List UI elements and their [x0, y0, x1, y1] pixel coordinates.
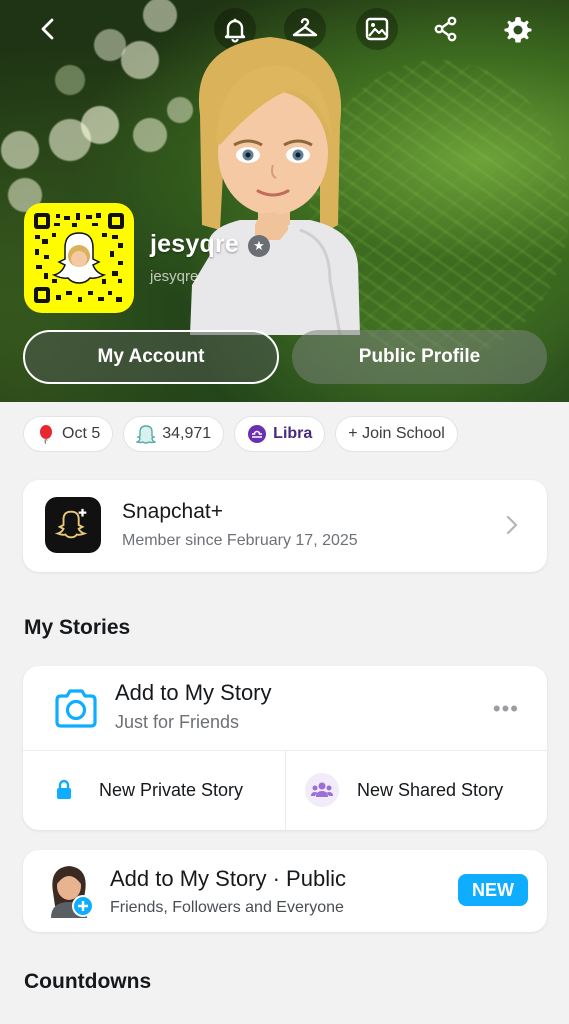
divider — [285, 750, 286, 830]
profile-header: jesyqre ★ jesyqre My Account Public Prof… — [0, 0, 569, 402]
share-icon[interactable] — [425, 8, 467, 50]
libra-icon — [248, 425, 267, 443]
snapchat-plus-subtitle: Member since February 17, 2025 — [122, 532, 358, 549]
display-name: jesyqre — [150, 230, 239, 258]
camera-icon[interactable] — [51, 684, 101, 734]
new-badge: NEW — [458, 874, 528, 906]
my-stories-card: Add to My Story Just for Friends ••• New… — [23, 666, 547, 830]
snapcode[interactable] — [24, 203, 134, 313]
snapscore-label: 34,971 — [162, 425, 212, 442]
star-badge-icon: ★ — [248, 235, 270, 257]
username-handle: jesyqre — [150, 268, 199, 285]
countdowns-heading: Countdowns — [24, 970, 152, 993]
add-to-my-story-title[interactable]: Add to My Story — [115, 680, 272, 706]
new-private-story-label: New Private Story — [99, 779, 244, 800]
snapchat-plus-title: Snapchat+ — [122, 500, 224, 523]
public-story-title: Add to My Story · Public — [110, 866, 346, 891]
bitmoji-avatar[interactable] — [180, 25, 365, 335]
profile-chips: Oct 5 34,971 Libra + Join School — [23, 416, 458, 452]
snapchat-plus-card[interactable]: Snapchat+ Member since February 17, 2025 — [23, 480, 547, 572]
gear-icon[interactable] — [497, 8, 539, 50]
join-school-label: + Join School — [348, 425, 445, 442]
public-story-subtitle: Friends, Followers and Everyone — [110, 899, 344, 916]
zodiac-chip[interactable]: Libra — [234, 416, 326, 452]
lock-icon — [47, 773, 81, 807]
zodiac-label: Libra — [273, 425, 313, 442]
snapscore-chip[interactable]: 34,971 — [123, 416, 225, 452]
chevron-right-icon — [506, 515, 518, 535]
public-avatar-icon — [51, 866, 94, 918]
public-story-card[interactable]: Add to My Story · Public Friends, Follow… — [23, 850, 547, 932]
my-stories-heading: My Stories — [24, 616, 131, 639]
add-to-my-story-subtitle: Just for Friends — [115, 712, 240, 732]
my-account-button[interactable]: My Account — [23, 330, 279, 384]
new-private-story-button[interactable]: New Private Story — [47, 750, 243, 830]
join-school-chip[interactable]: + Join School — [335, 416, 458, 452]
snapchat-plus-icon — [45, 497, 101, 553]
birthday-label: Oct 5 — [62, 425, 101, 442]
new-shared-story-button[interactable]: New Shared Story — [305, 750, 503, 830]
more-options-icon[interactable]: ••• — [493, 698, 519, 720]
balloon-icon — [40, 425, 52, 444]
birthday-chip[interactable]: Oct 5 — [23, 416, 114, 452]
group-icon — [305, 773, 339, 807]
back-icon[interactable] — [28, 8, 70, 50]
public-profile-button[interactable]: Public Profile — [292, 330, 547, 384]
ghost-icon — [136, 425, 157, 444]
new-shared-story-label: New Shared Story — [357, 779, 504, 800]
